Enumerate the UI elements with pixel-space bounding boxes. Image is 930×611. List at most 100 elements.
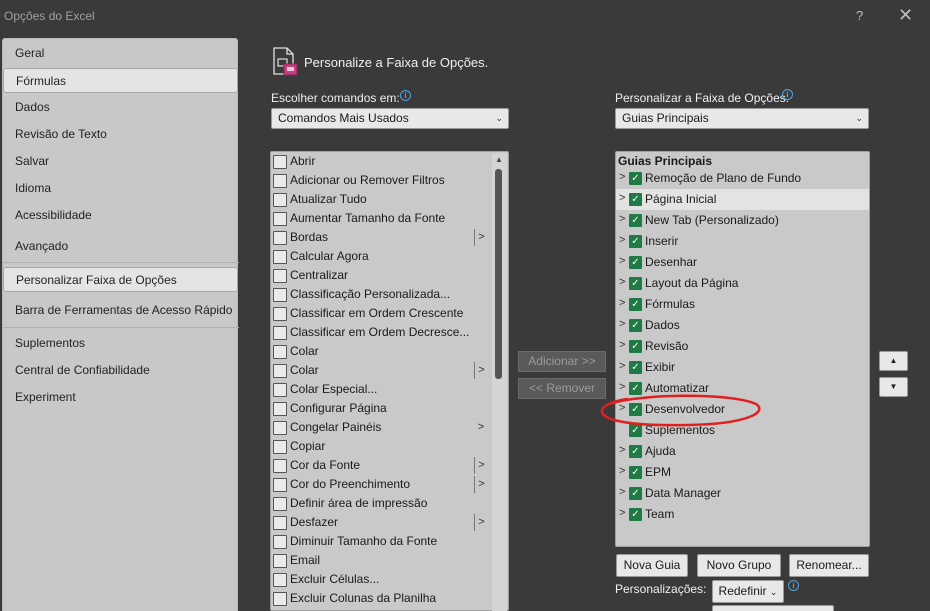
ribbon-tab-item[interactable]: > ✓ Fórmulas	[616, 294, 869, 315]
new-group-button[interactable]: Novo Grupo	[697, 554, 781, 577]
chevron-right-icon[interactable]: >	[619, 465, 625, 477]
sidebar-item-idioma[interactable]: Idioma	[3, 176, 238, 201]
chevron-right-icon[interactable]: >	[619, 486, 625, 498]
command-item[interactable]: Calcular Agora	[273, 247, 490, 266]
command-item[interactable]: Cor do Preenchimento >	[273, 475, 490, 494]
chevron-right-icon[interactable]: >	[619, 444, 625, 456]
choose-commands-dropdown[interactable]: Comandos Mais Usados ⌄	[271, 108, 509, 129]
sidebar-item-revisao[interactable]: Revisão de Texto	[3, 122, 238, 147]
help-button[interactable]: ?	[856, 8, 863, 23]
tab-checkbox[interactable]: ✓	[629, 298, 642, 311]
sidebar-item-personalizar-faixa[interactable]: Personalizar Faixa de Opções	[3, 267, 238, 292]
command-item[interactable]: Email	[273, 551, 490, 570]
close-button[interactable]: ✕	[898, 5, 913, 26]
move-down-button[interactable]: ▼	[879, 377, 908, 397]
sidebar-item-acessibilidade[interactable]: Acessibilidade	[3, 203, 238, 228]
command-item[interactable]: Classificação Personalizada...	[273, 285, 490, 304]
reset-dropdown-button[interactable]: Redefinir ⌄	[712, 580, 784, 603]
command-item[interactable]: Colar Especial...	[273, 380, 490, 399]
tab-checkbox[interactable]: ✓	[629, 487, 642, 500]
tab-checkbox[interactable]: ✓	[629, 172, 642, 185]
rename-button[interactable]: Renomear...	[789, 554, 869, 577]
command-item[interactable]: Classificar em Ordem Decresce...	[273, 323, 490, 342]
ribbon-tab-item[interactable]: > ✓ Revisão	[616, 336, 869, 357]
ribbon-tab-item[interactable]: > ✓ Página Inicial	[616, 189, 869, 210]
sidebar-item-central-confiabilidade[interactable]: Central de Confiabilidade	[3, 358, 238, 383]
remove-button[interactable]: << Remover	[518, 378, 606, 399]
chevron-right-icon[interactable]: >	[619, 318, 625, 330]
info-icon[interactable]: i	[400, 90, 411, 101]
customize-ribbon-dropdown[interactable]: Guias Principais ⌄	[615, 108, 869, 129]
command-item[interactable]: Centralizar	[273, 266, 490, 285]
chevron-right-icon[interactable]: >	[619, 234, 625, 246]
command-item[interactable]: Desfazer >	[273, 513, 490, 532]
chevron-right-icon[interactable]: >	[619, 276, 625, 288]
chevron-right-icon[interactable]: >	[619, 339, 625, 351]
tab-checkbox[interactable]: ✓	[629, 193, 642, 206]
ribbon-tab-item[interactable]: > ✓ Data Manager	[616, 483, 869, 504]
chevron-right-icon[interactable]: >	[619, 381, 625, 393]
command-item[interactable]: Excluir Colunas da Planilha	[273, 589, 490, 608]
command-item[interactable]: Cor da Fonte >	[273, 456, 490, 475]
sidebar-item-salvar[interactable]: Salvar	[3, 149, 238, 174]
command-item[interactable]: Copiar	[273, 437, 490, 456]
command-item[interactable]: Aumentar Tamanho da Fonte	[273, 209, 490, 228]
tab-checkbox[interactable]: ✓	[629, 235, 642, 248]
tab-checkbox[interactable]: ✓	[629, 424, 642, 437]
ribbon-tab-item[interactable]: > ✓ Layout da Página	[616, 273, 869, 294]
commands-list[interactable]: Abrir Adicionar ou Remover Filtros Atualiz…	[270, 151, 509, 611]
tab-checkbox[interactable]: ✓	[629, 214, 642, 227]
sidebar-item-experiment[interactable]: Experiment	[3, 385, 238, 410]
chevron-right-icon[interactable]: >	[619, 507, 625, 519]
tab-checkbox[interactable]: ✓	[629, 319, 642, 332]
command-item[interactable]: Diminuir Tamanho da Fonte	[273, 532, 490, 551]
chevron-right-icon[interactable]: >	[619, 192, 625, 204]
command-item[interactable]: Congelar Painéis >	[273, 418, 490, 437]
command-item[interactable]: Bordas >	[273, 228, 490, 247]
ribbon-tab-item[interactable]: > ✓ Exibir	[616, 357, 869, 378]
ribbon-tab-item[interactable]: > ✓ Desenhar	[616, 252, 869, 273]
command-item[interactable]: Atualizar Tudo	[273, 190, 490, 209]
tab-checkbox[interactable]: ✓	[629, 382, 642, 395]
ribbon-tab-item[interactable]: > ✓ Team	[616, 504, 869, 525]
ribbon-tab-item[interactable]: > ✓ Remoção de Plano de Fundo	[616, 168, 869, 189]
sidebar-item-avancado[interactable]: Avançado	[3, 234, 238, 259]
commands-scrollbar[interactable]: ▲	[492, 153, 507, 611]
command-item[interactable]: Colar >	[273, 361, 490, 380]
chevron-right-icon[interactable]: >	[619, 213, 625, 225]
chevron-right-icon[interactable]: >	[619, 171, 625, 183]
chevron-right-icon[interactable]: >	[619, 255, 625, 267]
scrollbar-thumb[interactable]	[495, 169, 502, 379]
tab-checkbox[interactable]: ✓	[629, 361, 642, 374]
tab-checkbox[interactable]: ✓	[629, 466, 642, 479]
sidebar-item-dados[interactable]: Dados	[3, 95, 238, 120]
tab-checkbox[interactable]: ✓	[629, 445, 642, 458]
chevron-right-icon[interactable]: >	[619, 360, 625, 372]
ribbon-tab-item[interactable]: > ✓ EPM	[616, 462, 869, 483]
sidebar-item-suplementos[interactable]: Suplementos	[3, 331, 238, 356]
tab-checkbox[interactable]: ✓	[629, 508, 642, 521]
info-icon[interactable]: i	[788, 580, 799, 591]
chevron-right-icon[interactable]: >	[619, 297, 625, 309]
tab-checkbox[interactable]: ✓	[629, 340, 642, 353]
ribbon-tab-item[interactable]: > ✓ Automatizar	[616, 378, 869, 399]
tab-checkbox[interactable]: ✓	[629, 403, 642, 416]
sidebar-item-geral[interactable]: Geral	[3, 41, 238, 66]
ribbon-tab-item[interactable]: > ✓ Ajuda	[616, 441, 869, 462]
chevron-right-icon[interactable]: >	[619, 402, 625, 414]
tab-checkbox[interactable]: ✓	[629, 277, 642, 290]
command-item[interactable]: Excluir Células...	[273, 570, 490, 589]
import-export-button[interactable]	[712, 605, 834, 611]
command-item[interactable]: Abrir	[273, 152, 490, 171]
add-button[interactable]: Adicionar >>	[518, 351, 606, 372]
sidebar-item-formulas[interactable]: Fórmulas	[3, 68, 238, 93]
command-item[interactable]: Adicionar ou Remover Filtros	[273, 171, 490, 190]
tab-checkbox[interactable]: ✓	[629, 256, 642, 269]
ribbon-tab-item[interactable]: > ✓ Desenvolvedor	[616, 399, 869, 420]
ribbon-tab-item[interactable]: > ✓ Inserir	[616, 231, 869, 252]
ribbon-tab-item[interactable]: > ✓ New Tab (Personalizado)	[616, 210, 869, 231]
command-item[interactable]: Classificar em Ordem Crescente	[273, 304, 490, 323]
command-item[interactable]: Colar	[273, 342, 490, 361]
ribbon-tab-item[interactable]: ✓ Suplementos	[616, 420, 869, 441]
new-tab-button[interactable]: Nova Guia	[616, 554, 688, 577]
